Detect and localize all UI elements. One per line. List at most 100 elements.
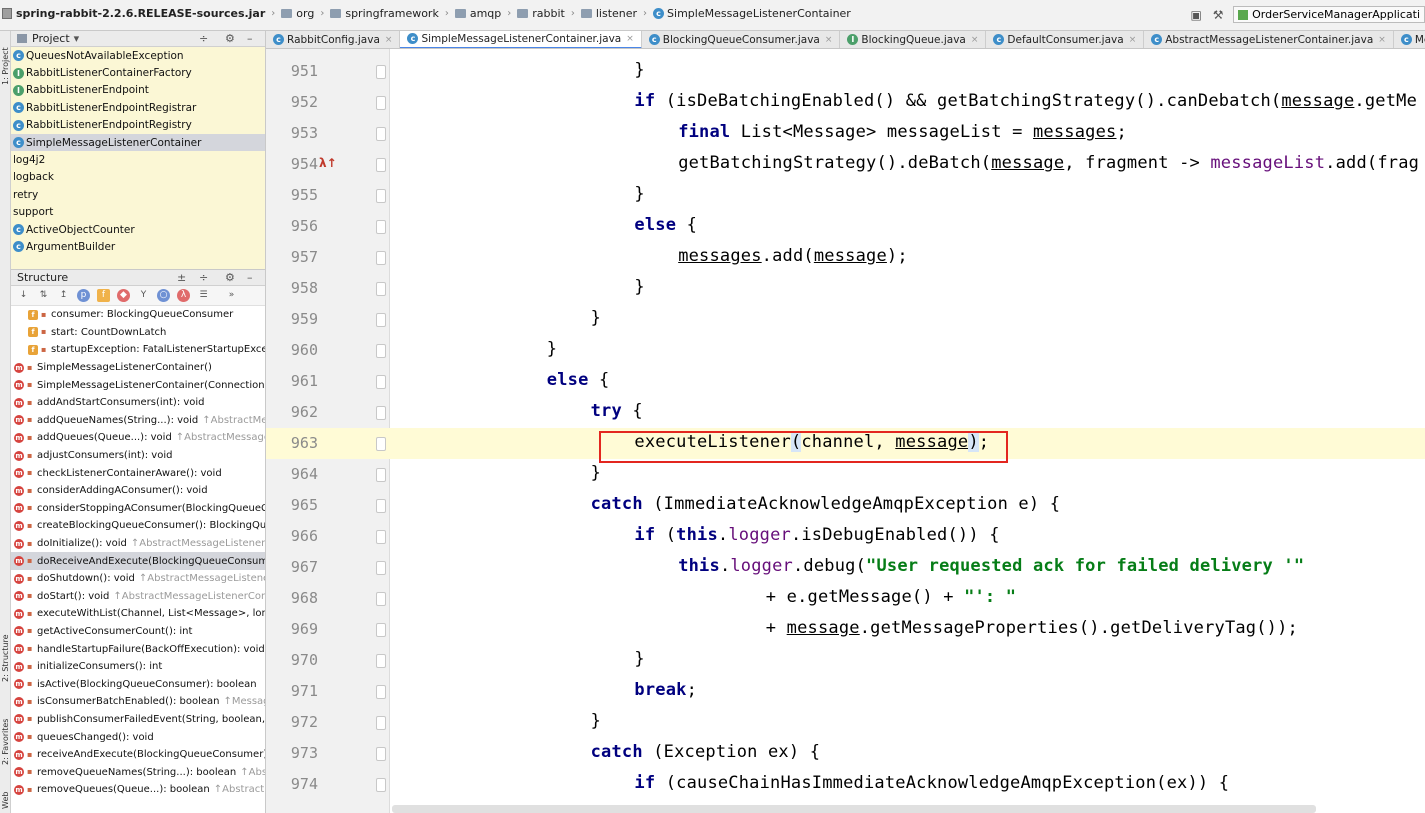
gear-icon[interactable]: ⚙ <box>225 32 235 45</box>
project-view-select[interactable]: Project <box>32 32 70 45</box>
code-line[interactable]: 964} <box>266 459 1425 490</box>
fold-marker-icon[interactable] <box>376 561 386 575</box>
expand-all-icon[interactable]: ± <box>177 271 186 284</box>
fold-marker-icon[interactable] <box>376 747 386 761</box>
hide-icon[interactable]: – <box>247 271 253 284</box>
project-tree-item[interactable]: I RabbitListenerContainerFactory <box>11 64 265 81</box>
structure-method[interactable]: m ▪ executeWithList(Channel, List<Message>… <box>11 605 265 623</box>
code-line[interactable]: 965 catch (ImmediateAcknowledgeAmqpExcept… <box>266 490 1425 521</box>
structure-field[interactable]: f ▪ startupException: FatalListenerStartup… <box>11 341 265 359</box>
close-tab-icon[interactable]: × <box>1378 35 1386 45</box>
fold-marker-icon[interactable] <box>376 375 386 389</box>
project-tree-item[interactable]: support <box>11 204 265 221</box>
fold-marker-icon[interactable] <box>376 65 386 79</box>
structure-method[interactable]: m ▪ considerStoppingAConsumer(BlockingQueu… <box>11 500 265 518</box>
fold-marker-icon[interactable] <box>376 468 386 482</box>
code-line[interactable]: 959} <box>266 304 1425 335</box>
code-line[interactable]: 969 + message.getMessageProperties().getD… <box>266 614 1425 645</box>
fold-marker-icon[interactable] <box>376 716 386 730</box>
structure-method[interactable]: m ▪ receiveAndExecute(BlockingQueueConsume… <box>11 746 265 764</box>
structure-method[interactable]: m ▪ addAndStartConsumers(int): void <box>11 394 265 412</box>
code-line[interactable]: 968 + e.getMessage() + "': " <box>266 583 1425 614</box>
structure-method[interactable]: m ▪ publishConsumerFailedEvent(String, boo… <box>11 711 265 729</box>
structure-method[interactable]: m ▪ SimpleMessageListenerContainer() <box>11 359 265 377</box>
sort-by-type-icon[interactable]: ↓ <box>17 289 30 302</box>
code-line[interactable]: 952 if (isDeBatchingEnabled() && getBatch… <box>266 87 1425 118</box>
fold-marker-icon[interactable] <box>376 499 386 513</box>
structure-method[interactable]: m ▪ queuesChanged(): void <box>11 728 265 746</box>
breadcrumb-package-amqp[interactable]: amqp <box>454 7 501 20</box>
project-tree-item[interactable]: c RabbitListenerEndpointRegistry <box>11 117 265 134</box>
structure-field[interactable]: f ▪ consumer: BlockingQueueConsumer <box>11 306 265 324</box>
fold-marker-icon[interactable] <box>376 189 386 203</box>
chevron-down-icon[interactable]: ▾ <box>74 32 80 45</box>
structure-method[interactable]: m ▪ createBlockingQueueConsumer(): Blockin… <box>11 517 265 535</box>
breadcrumb-package-rabbit[interactable]: rabbit <box>517 7 565 20</box>
show-inherited-icon[interactable]: ↥ <box>57 289 70 302</box>
structure-method[interactable]: m ▪ getActiveConsumerCount(): int <box>11 623 265 641</box>
project-tree-item[interactable]: retry <box>11 186 265 203</box>
sort-alpha-icon[interactable]: ⇅ <box>37 289 50 302</box>
fold-marker-icon[interactable] <box>376 127 386 141</box>
layout-icon[interactable]: ▣ <box>1189 8 1203 22</box>
show-nonpublic-icon[interactable]: ◆ <box>117 289 130 302</box>
structure-method[interactable]: m ▪ doShutdown(): void ↑AbstractMessageList… <box>11 570 265 588</box>
structure-field[interactable]: f ▪ start: CountDownLatch <box>11 324 265 342</box>
fold-marker-icon[interactable] <box>376 158 386 172</box>
show-fields-icon[interactable]: f <box>97 289 110 302</box>
lambda-gutter-icon[interactable]: λ↑ <box>319 156 337 170</box>
breadcrumb-package-org[interactable]: org <box>281 7 314 20</box>
project-tree-item[interactable]: c QueuesNotAvailableException <box>11 47 265 64</box>
fold-marker-icon[interactable] <box>376 282 386 296</box>
project-tree-item[interactable]: c ArgumentBuilder <box>11 238 265 255</box>
fold-marker-icon[interactable] <box>376 778 386 792</box>
fold-marker-icon[interactable] <box>376 313 386 327</box>
code-line[interactable]: 957 messages.add(message); <box>266 242 1425 273</box>
structure-method[interactable]: m ▪ considerAddingAConsumer(): void <box>11 482 265 500</box>
more-icon[interactable]: » <box>225 289 238 302</box>
code-line[interactable]: 962 try { <box>266 397 1425 428</box>
fold-marker-icon[interactable] <box>376 251 386 265</box>
code-line[interactable]: 967 this.logger.debug("User requested ack… <box>266 552 1425 583</box>
code-line[interactable]: 951} <box>266 56 1425 87</box>
close-tab-icon[interactable]: × <box>1129 35 1137 45</box>
project-tree-item[interactable]: c RabbitListenerEndpointRegistrar <box>11 99 265 116</box>
code-line[interactable]: 974 if (causeChainHasImmediateAcknowledge… <box>266 769 1425 800</box>
editor-tab[interactable]: c SimpleMessageListenerContainer.java × <box>400 31 642 48</box>
code-editor[interactable]: 951} 952 if (isDeBatchingEnabled() && getB… <box>266 49 1425 813</box>
code-line[interactable]: 954 λ↑ getBatchingStrategy().deBatch(messa… <box>266 149 1425 180</box>
web-tool-tab[interactable]: Web <box>0 788 11 812</box>
collapse-all-icon[interactable]: ÷ <box>199 32 208 45</box>
editor-tab[interactable]: c DefaultConsumer.java × <box>986 31 1145 48</box>
project-tree-item[interactable]: c SimpleMessageListenerContainer <box>11 133 265 152</box>
code-line[interactable]: 972} <box>266 707 1425 738</box>
structure-method[interactable]: m ▪ removeQueues(Queue...): boolean ↑Abstra… <box>11 781 265 799</box>
hammer-icon[interactable]: ⚒ <box>1211 8 1225 22</box>
structure-method[interactable]: m ▪ handleStartupFailure(BackOffExecution)… <box>11 640 265 658</box>
structure-method[interactable]: m ▪ doInitialize(): void ↑AbstractMessageLi… <box>11 535 265 553</box>
structure-method[interactable]: m ▪ checkListenerContainerAware(): void <box>11 464 265 482</box>
fold-marker-icon[interactable] <box>376 220 386 234</box>
breadcrumb-package-springframework[interactable]: springframework <box>330 7 439 20</box>
structure-tool-tab[interactable]: 2: Structure <box>0 623 11 693</box>
breadcrumb-jar[interactable]: spring-rabbit-2.2.6.RELEASE-sources.jar <box>2 7 265 20</box>
editor-tab[interactable]: I BlockingQueue.java × <box>840 31 987 48</box>
close-tab-icon[interactable]: × <box>385 35 393 45</box>
structure-method[interactable]: m ▪ doReceiveAndExecute(BlockingQueueConsu… <box>11 552 265 570</box>
structure-method[interactable]: m ▪ removeQueueNames(String...): boolean ↑A… <box>11 763 265 781</box>
project-tree-item[interactable]: log4j2 <box>11 151 265 168</box>
code-line[interactable]: 956 else { <box>266 211 1425 242</box>
structure-method[interactable]: m ▪ isConsumerBatchEnabled(): boolean ↑Mess… <box>11 693 265 711</box>
editor-tab[interactable]: c RabbitConfig.java × <box>266 31 401 48</box>
close-tab-icon[interactable]: × <box>971 35 979 45</box>
show-anonymous-icon[interactable]: ○ <box>157 289 170 302</box>
project-tree-item[interactable]: logback <box>11 169 265 186</box>
code-line[interactable]: 973 catch (Exception ex) { <box>266 738 1425 769</box>
filter-icon[interactable]: Y <box>137 289 150 302</box>
breadcrumb-package-listener[interactable]: listener <box>580 7 637 20</box>
close-tab-icon[interactable]: × <box>825 35 833 45</box>
fold-marker-icon[interactable] <box>376 344 386 358</box>
code-line[interactable]: 961 else { <box>266 366 1425 397</box>
code-line[interactable]: 970} <box>266 645 1425 676</box>
expand-all-icon[interactable]: ☰ <box>197 289 210 302</box>
